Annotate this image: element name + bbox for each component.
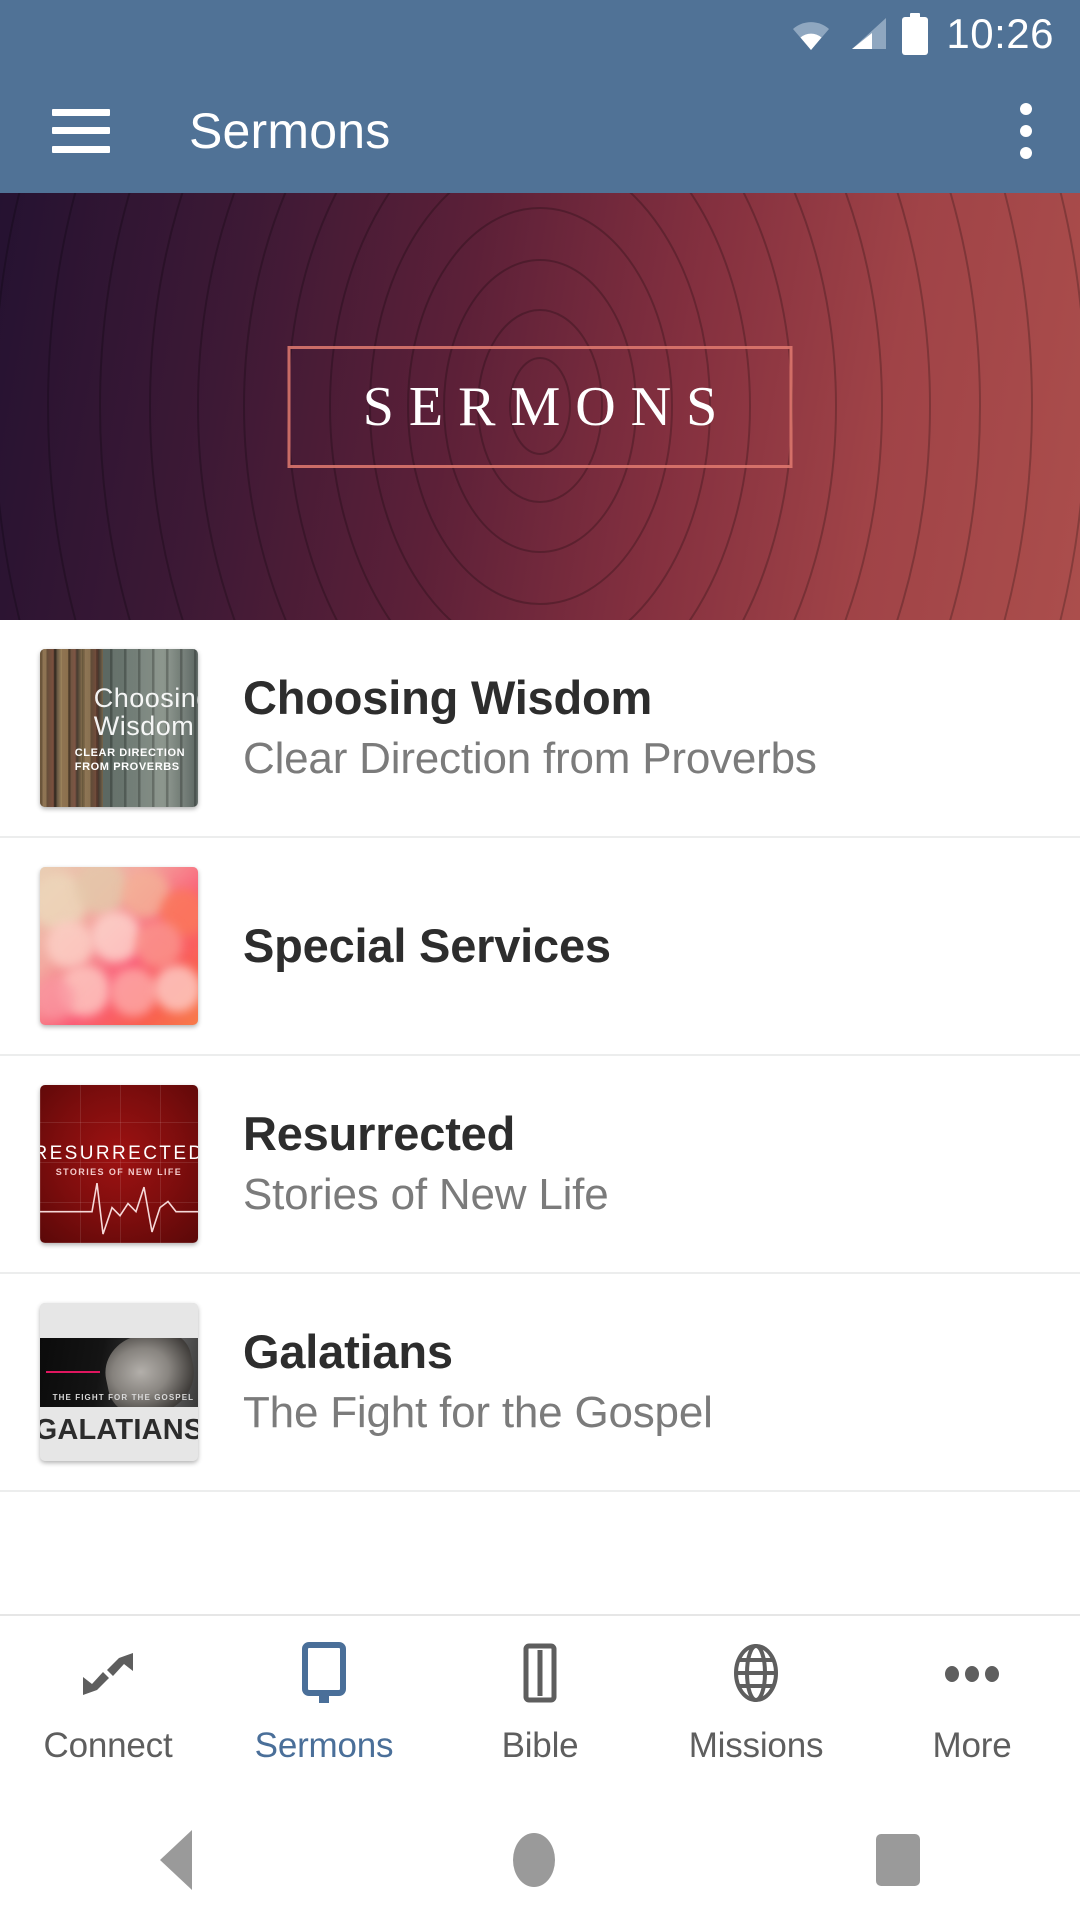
app-screen: 10:26 Sermons SERMONS Choosin Wisdom CLE… — [0, 0, 1080, 1920]
wifi-icon — [790, 17, 832, 51]
list-item[interactable]: Special Services — [0, 838, 1080, 1056]
hamburger-menu-icon[interactable] — [52, 108, 110, 153]
thumbnail-choosing-wisdom: Choosing Wisdom CLEAR DIRECTION FROM PRO… — [40, 649, 198, 807]
tab-more[interactable]: More — [877, 1638, 1067, 1766]
battery-icon — [902, 13, 929, 55]
monitor-screen-icon — [293, 1638, 355, 1710]
thumb-overlay-title: RESURRECTED — [40, 1143, 198, 1165]
list-item-subtitle: Stories of New Life — [243, 1169, 609, 1219]
hero-title-frame: SERMONS — [287, 345, 793, 468]
android-nav-bar — [0, 1800, 1080, 1920]
tab-missions[interactable]: Missions — [661, 1638, 851, 1766]
tab-connect[interactable]: Connect — [13, 1638, 203, 1766]
status-bar: 10:26 — [0, 0, 1080, 68]
tab-label: More — [932, 1726, 1012, 1765]
list-item[interactable]: RESURRECTED STORIES OF NEW LIFE Resurrec… — [0, 1056, 1080, 1274]
list-item[interactable]: THE FIGHT FOR THE GOSPEL GALATIANS Galat… — [0, 1274, 1080, 1492]
tab-label: Missions — [688, 1726, 824, 1765]
thumbnail-galatians: THE FIGHT FOR THE GOSPEL GALATIANS — [40, 1303, 198, 1461]
back-button[interactable] — [160, 1830, 193, 1890]
bottom-tab-bar: Connect Sermons Bible Missions More — [0, 1614, 1080, 1800]
thumbnail-resurrected: RESURRECTED STORIES OF NEW LIFE — [40, 1085, 198, 1243]
list-item-text: Choosing Wisdom Clear Direction from Pro… — [243, 670, 817, 784]
tab-bible[interactable]: Bible — [445, 1638, 635, 1766]
list-item-subtitle: The Fight for the Gospel — [243, 1387, 713, 1437]
tab-label: Bible — [501, 1726, 579, 1765]
hero-banner: SERMONS — [0, 193, 1080, 620]
list-item-title: Resurrected — [243, 1106, 516, 1160]
tab-label: Sermons — [254, 1726, 394, 1765]
connect-arrows-icon — [77, 1638, 139, 1710]
thumb-overlay-title: GALATIANS — [40, 1413, 198, 1446]
globe-icon — [725, 1638, 787, 1710]
cellular-signal-icon — [846, 17, 888, 51]
hero-title: SERMONS — [362, 375, 733, 438]
thumb-overlay-subtitle: CLEAR DIRECTION FROM PROVERBS — [74, 746, 186, 773]
list-item-title: Choosing Wisdom — [243, 670, 653, 724]
recents-button[interactable] — [875, 1834, 920, 1886]
overflow-menu-icon[interactable] — [1020, 102, 1032, 159]
tab-sermons[interactable]: Sermons — [229, 1638, 419, 1766]
list-item-text: Special Services — [243, 918, 611, 973]
home-button[interactable] — [512, 1833, 555, 1887]
page-title: Sermons — [189, 102, 391, 159]
tab-label: Connect — [43, 1726, 173, 1765]
status-time: 10:26 — [946, 10, 1054, 57]
thumb-overlay-line1: Choosing — [93, 682, 198, 713]
sermon-series-list: Choosing Wisdom CLEAR DIRECTION FROM PRO… — [0, 620, 1080, 1492]
thumb-overlay-subtitle: THE FIGHT FOR THE GOSPEL — [52, 1393, 195, 1403]
app-bar: Sermons — [0, 68, 1080, 193]
ekg-line-icon — [40, 1182, 198, 1234]
list-item-title: Special Services — [243, 918, 611, 972]
list-item-text: Resurrected Stories of New Life — [243, 1106, 609, 1220]
list-item-subtitle: Clear Direction from Proverbs — [243, 733, 817, 783]
list-item-text: Galatians The Fight for the Gospel — [243, 1324, 713, 1438]
list-item-title: Galatians — [243, 1324, 453, 1378]
ellipsis-icon — [937, 1638, 1007, 1710]
open-book-icon — [509, 1638, 571, 1710]
thumb-overlay-line2: Wisdom — [93, 711, 195, 742]
thumbnail-special-services — [40, 867, 198, 1025]
list-item[interactable]: Choosing Wisdom CLEAR DIRECTION FROM PRO… — [0, 620, 1080, 838]
